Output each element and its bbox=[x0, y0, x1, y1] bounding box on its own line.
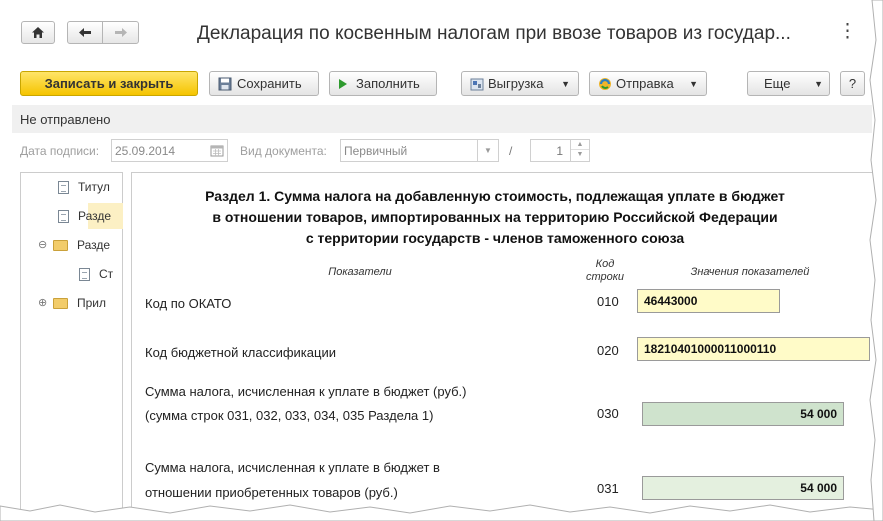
tree-item-label: Ст bbox=[99, 267, 114, 281]
row-label: Сумма налога, исчисленная к уплате в бюд… bbox=[145, 460, 440, 475]
row-label: Код по ОКАТО bbox=[145, 296, 232, 311]
row-label-continued: отношении приобретенных товаров (руб.) bbox=[145, 485, 398, 500]
calendar-icon[interactable] bbox=[210, 144, 224, 157]
arrow-right-icon bbox=[114, 28, 127, 37]
send-label: Отправка bbox=[616, 76, 674, 91]
doc-type-value: Первичный bbox=[344, 144, 408, 158]
section-title-line: в отношении товаров, импортированных на … bbox=[212, 209, 778, 225]
arrow-left-icon bbox=[79, 28, 91, 37]
tax-purchased-goods-value: 54 000 bbox=[800, 481, 837, 495]
row-label: Сумма налога, исчисленная к уплате в бюд… bbox=[145, 384, 467, 399]
row-label: Код бюджетной классификации bbox=[145, 345, 336, 360]
correction-number-value: 1 bbox=[556, 144, 563, 158]
section-title-line: Раздел 1. Сумма налога на добавленную ст… bbox=[205, 188, 785, 204]
column-header-indicators: Показатели bbox=[328, 266, 392, 278]
row-code: 030 bbox=[597, 406, 619, 421]
play-icon bbox=[339, 78, 347, 89]
section-title-line: с территории государств - членов таможен… bbox=[305, 230, 685, 246]
separator-slash: / bbox=[509, 144, 513, 158]
kbk-value: 18210401000011000110 bbox=[644, 342, 777, 356]
back-button[interactable] bbox=[67, 21, 103, 44]
forward-button[interactable] bbox=[102, 21, 139, 44]
tree-item-page[interactable]: Ст bbox=[79, 264, 113, 284]
export-button[interactable]: Выгрузка ▼ bbox=[461, 71, 579, 96]
window-menu-icon[interactable]: ⋮ bbox=[838, 20, 857, 43]
document-icon bbox=[58, 209, 69, 223]
sign-date-value: 25.09.2014 bbox=[115, 144, 176, 158]
more-button[interactable]: Еще ▼ bbox=[747, 71, 830, 96]
row-label-continued: (сумма строк 031, 032, 033, 034, 035 Раз… bbox=[145, 408, 434, 423]
window-title: Декларация по косвенным налогам при ввоз… bbox=[197, 23, 791, 44]
more-label: Еще bbox=[764, 76, 791, 91]
spin-up-icon[interactable]: ▲ bbox=[571, 140, 589, 150]
tree-item-label: Разде bbox=[77, 238, 111, 252]
help-label: ? bbox=[848, 76, 857, 91]
send-icon bbox=[599, 77, 611, 90]
tax-total-field: 54 000 bbox=[642, 402, 844, 426]
tree-item-label: Титул bbox=[78, 180, 110, 194]
chevron-down-icon: ▼ bbox=[814, 78, 823, 89]
tax-purchased-goods-field[interactable]: 54 000 bbox=[642, 476, 844, 500]
chevron-down-icon[interactable]: ▼ bbox=[477, 140, 498, 161]
collapse-icon[interactable]: ⊖ bbox=[38, 239, 47, 250]
column-header-code-line: Код bbox=[595, 258, 615, 270]
tree-item-label: Разде bbox=[78, 209, 112, 223]
floppy-disk-icon bbox=[218, 77, 232, 90]
row-code: 020 bbox=[597, 343, 619, 358]
column-header-code: Код строки bbox=[580, 258, 630, 284]
declaration-window: Декларация по косвенным налогам при ввоз… bbox=[0, 0, 872, 512]
tree-item-section-1[interactable]: Разде bbox=[58, 206, 111, 226]
write-and-close-button[interactable]: Записать и закрыть bbox=[20, 71, 198, 96]
expand-icon[interactable]: ⊕ bbox=[38, 297, 47, 308]
status-bar bbox=[12, 105, 872, 133]
column-header-values: Значения показателей bbox=[690, 266, 810, 278]
row-code: 031 bbox=[597, 481, 619, 496]
torn-edge-decoration bbox=[0, 504, 883, 521]
chevron-down-icon: ▼ bbox=[689, 78, 698, 89]
fill-label: Заполнить bbox=[356, 76, 420, 91]
folder-icon bbox=[53, 297, 68, 309]
torn-edge-right-decoration bbox=[869, 0, 883, 521]
spin-down-icon[interactable]: ▼ bbox=[571, 150, 589, 160]
doc-type-label: Вид документа: bbox=[240, 144, 327, 158]
home-icon bbox=[32, 27, 44, 38]
tree-item-appendix[interactable]: ⊕ Прил bbox=[38, 293, 106, 313]
export-label: Выгрузка bbox=[488, 76, 544, 91]
help-button[interactable]: ? bbox=[840, 71, 865, 96]
tree-item-title[interactable]: Титул bbox=[58, 177, 110, 197]
export-icon bbox=[470, 78, 484, 90]
document-icon bbox=[79, 267, 90, 281]
send-button[interactable]: Отправка ▼ bbox=[589, 71, 707, 96]
doc-type-select[interactable]: Первичный bbox=[340, 139, 499, 162]
tree-item-label: Прил bbox=[77, 296, 107, 310]
column-header-code-line: строки bbox=[585, 271, 625, 283]
number-spinner[interactable]: ▲ ▼ bbox=[570, 140, 589, 161]
folder-icon bbox=[53, 239, 68, 251]
write-and-close-label: Записать и закрыть bbox=[44, 76, 174, 91]
tree-item-section-2[interactable]: ⊖ Разде bbox=[38, 235, 110, 255]
save-button[interactable]: Сохранить bbox=[209, 71, 319, 96]
kbk-field[interactable]: 18210401000011000110 bbox=[637, 337, 870, 361]
save-label: Сохранить bbox=[237, 76, 302, 91]
chevron-down-icon: ▼ bbox=[561, 78, 570, 89]
document-icon bbox=[58, 180, 69, 194]
okato-value: 46443000 bbox=[644, 294, 698, 308]
okato-field[interactable]: 46443000 bbox=[637, 289, 780, 313]
tax-total-value: 54 000 bbox=[800, 407, 837, 421]
section-title: Раздел 1. Сумма налога на добавленную ст… bbox=[135, 186, 855, 249]
home-button[interactable] bbox=[21, 21, 55, 44]
sign-date-label: Дата подписи: bbox=[20, 144, 100, 158]
fill-button[interactable]: Заполнить bbox=[329, 71, 437, 96]
status-text: Не отправлено bbox=[20, 112, 111, 127]
row-code: 010 bbox=[597, 294, 619, 309]
